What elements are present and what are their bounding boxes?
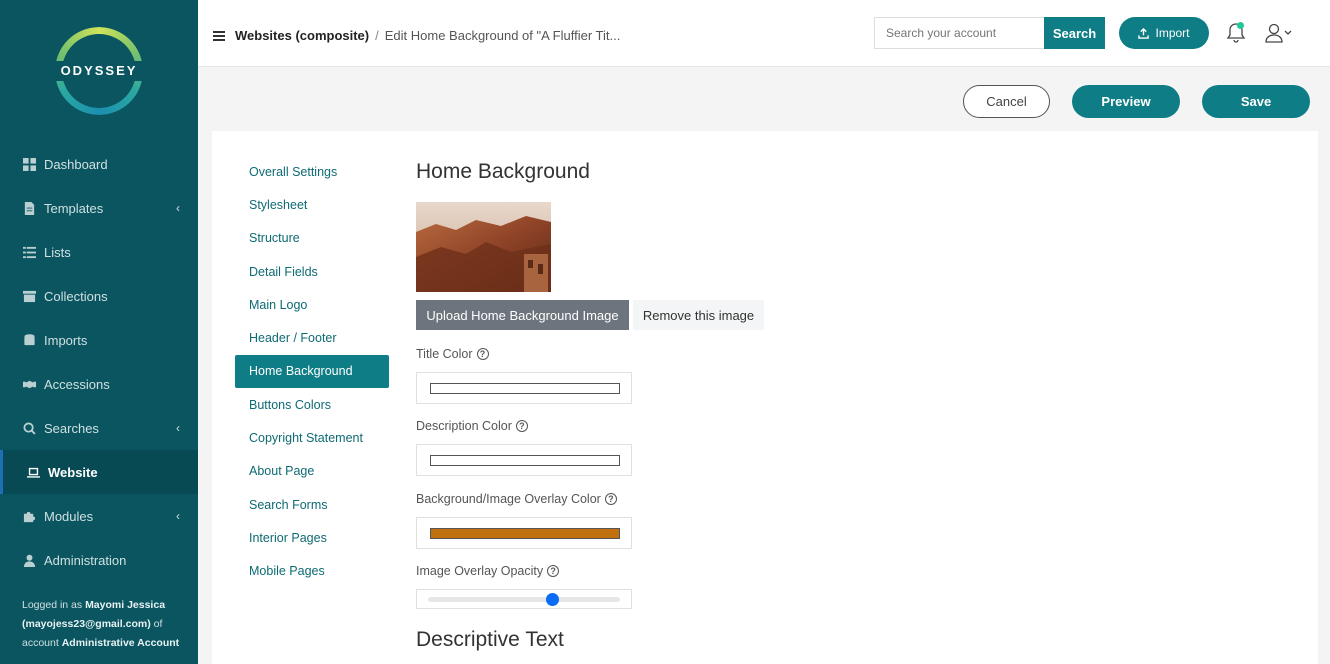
list-icon <box>22 245 36 259</box>
subnav-item-interior-pages[interactable]: Interior Pages <box>235 521 389 554</box>
breadcrumb-current: Edit Home Background of "A Fluffier Tit.… <box>384 28 621 43</box>
page-title: Home Background <box>416 160 590 183</box>
sidebar-item-accessions[interactable]: Accessions <box>0 362 198 406</box>
login-account: Administrative Account <box>61 637 180 649</box>
subnav-item-mobile-pages[interactable]: Mobile Pages <box>235 555 389 588</box>
sidebar-item-dashboard[interactable]: Dashboard <box>0 142 198 186</box>
puzzle-icon <box>22 509 36 523</box>
subnav-item-header-footer[interactable]: Header / Footer <box>235 321 389 354</box>
notification-dot <box>1237 22 1244 29</box>
import-button[interactable]: Import <box>1119 17 1209 49</box>
user-menu-icon[interactable] <box>1265 22 1297 44</box>
background-image-preview <box>416 202 551 292</box>
sidebar-item-administration[interactable]: Administration <box>0 538 198 582</box>
preview-button[interactable]: Preview <box>1072 85 1180 118</box>
title-color-label: Title Color ? <box>416 347 489 361</box>
laptop-icon <box>26 465 40 479</box>
sidebar-item-label: Administration <box>44 552 127 568</box>
file-icon <box>22 201 36 215</box>
overlay-color-swatch <box>430 528 620 539</box>
import-label: Import <box>1155 26 1190 40</box>
save-button[interactable]: Save <box>1202 85 1310 118</box>
login-email: (mayojess23@gmail.com) <box>22 618 151 630</box>
sidebar-item-label: Templates <box>44 200 104 216</box>
login-name: Mayomi Jessica <box>85 599 166 611</box>
cancel-button[interactable]: Cancel <box>963 85 1050 118</box>
description-color-picker[interactable] <box>416 444 632 476</box>
chevron-left-icon: ‹ <box>176 421 180 435</box>
help-icon[interactable]: ? <box>476 348 489 360</box>
database-icon <box>22 333 36 347</box>
remove-image-button[interactable]: Remove this image <box>633 300 764 330</box>
dashboard-icon <box>22 157 36 171</box>
subnav-item-overall-settings[interactable]: Overall Settings <box>235 155 389 188</box>
subnav-item-detail-fields[interactable]: Detail Fields <box>235 255 389 288</box>
subnav-item-main-logo[interactable]: Main Logo <box>235 288 389 321</box>
handshake-icon <box>22 377 36 391</box>
subnav-item-structure[interactable]: Structure <box>235 222 389 255</box>
sidebar-item-label: Modules <box>44 508 94 524</box>
breadcrumb-root[interactable]: Websites (composite) <box>235 28 369 43</box>
description-color-label: Description Color ? <box>416 419 528 433</box>
help-icon[interactable]: ? <box>515 420 528 432</box>
top-bar: Websites (composite) / Edit Home Backgroun… <box>198 0 1330 67</box>
user-icon <box>22 553 36 567</box>
archive-icon <box>22 289 36 303</box>
sidebar-item-modules[interactable]: Modules ‹ <box>0 494 198 538</box>
upload-icon <box>1138 27 1150 39</box>
subnav-item-home-background[interactable]: Home Background <box>235 354 389 389</box>
help-icon[interactable]: ? <box>547 565 560 577</box>
logo-text: ODYSSEY <box>60 63 138 78</box>
login-info: Logged in as Mayomi Jessica (mayojess23@… <box>22 596 182 653</box>
sidebar-item-label: Website <box>48 464 98 480</box>
title-color-label-text: Title Color <box>416 347 473 361</box>
search-button[interactable]: Search <box>1044 17 1105 49</box>
breadcrumb: Websites (composite) / Edit Home Backgroun… <box>235 28 620 43</box>
sidebar-item-label: Accessions <box>44 376 110 392</box>
opacity-label: Image Overlay Opacity ? <box>416 564 560 578</box>
sidebar-item-label: Imports <box>44 332 88 348</box>
content-card: Overall Settings Stylesheet Structure De… <box>212 131 1318 664</box>
subnav-item-buttons-colors[interactable]: Buttons Colors <box>235 388 389 421</box>
search-icon <box>22 421 36 435</box>
hamburger-menu-icon[interactable] <box>213 31 225 43</box>
chevron-left-icon: ‹ <box>176 201 180 215</box>
sidebar-nav: Dashboard Templates ‹ Lists Collections … <box>0 142 198 582</box>
sidebar-item-imports[interactable]: Imports <box>0 318 198 362</box>
search-input[interactable] <box>874 17 1045 49</box>
slider-track <box>428 597 620 602</box>
sidebar: ODYSSEY Dashboard Templates ‹ Lists Coll… <box>0 0 198 664</box>
title-color-picker[interactable] <box>416 372 632 404</box>
breadcrumb-separator: / <box>375 28 379 43</box>
sidebar-item-templates[interactable]: Templates ‹ <box>0 186 198 230</box>
chevron-left-icon: ‹ <box>176 509 180 523</box>
sidebar-item-searches[interactable]: Searches ‹ <box>0 406 198 450</box>
opacity-label-text: Image Overlay Opacity <box>416 564 544 578</box>
overlay-color-picker[interactable] <box>416 517 632 549</box>
sidebar-item-lists[interactable]: Lists <box>0 230 198 274</box>
odyssey-logo[interactable]: ODYSSEY <box>51 27 147 115</box>
title-color-swatch <box>430 383 620 394</box>
slider-thumb[interactable] <box>546 593 560 606</box>
description-color-label-text: Description Color <box>416 419 512 433</box>
login-prefix: Logged in as <box>22 599 83 611</box>
sidebar-item-collections[interactable]: Collections <box>0 274 198 318</box>
sidebar-item-label: Collections <box>44 288 108 304</box>
sidebar-item-label: Dashboard <box>44 156 108 172</box>
overlay-color-label: Background/Image Overlay Color ? <box>416 492 617 506</box>
subnav-item-stylesheet[interactable]: Stylesheet <box>235 188 389 221</box>
description-color-swatch <box>430 455 620 466</box>
subnav-item-copyright-statement[interactable]: Copyright Statement <box>235 421 389 454</box>
sidebar-item-label: Lists <box>44 244 71 260</box>
sidebar-item-website[interactable]: Website <box>0 450 198 494</box>
settings-subnav: Overall Settings Stylesheet Structure De… <box>235 155 389 588</box>
sidebar-item-label: Searches <box>44 420 99 436</box>
subnav-item-search-forms[interactable]: Search Forms <box>235 488 389 521</box>
descriptive-text-heading: Descriptive Text <box>416 628 564 651</box>
help-icon[interactable]: ? <box>604 493 617 505</box>
upload-background-button[interactable]: Upload Home Background Image <box>416 300 629 330</box>
overlay-color-label-text: Background/Image Overlay Color <box>416 492 601 506</box>
opacity-slider[interactable] <box>416 589 632 609</box>
subnav-item-about-page[interactable]: About Page <box>235 455 389 488</box>
